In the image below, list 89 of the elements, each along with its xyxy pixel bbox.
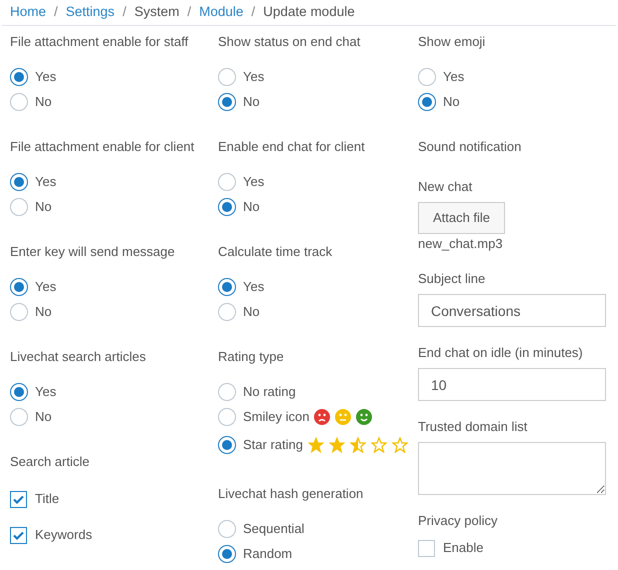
field-label: Livechat hash generation [218,485,364,503]
option-label[interactable]: Smiley icon [243,406,310,426]
radio-button[interactable] [218,92,236,110]
star-icon [370,437,387,453]
radio-button[interactable] [218,382,236,400]
field-label: Show emoji [418,33,486,51]
field-label: Search article [10,453,90,471]
breadcrumb-link[interactable]: Module [199,2,244,23]
option-label[interactable]: Yes [243,66,264,86]
option-label[interactable]: Yes [243,172,264,192]
field-label: Subject line [418,270,486,288]
option-label[interactable]: No [35,196,52,216]
radio-button[interactable] [218,172,236,190]
star-icon [392,437,408,453]
check-icon [13,530,24,540]
checkbox[interactable] [10,526,27,544]
radio-button[interactable] [218,544,236,562]
breadcrumb-text: Update module [263,3,355,22]
radio-button[interactable] [418,68,436,86]
option-label[interactable]: Yes [243,276,264,296]
option-label[interactable]: No [35,92,52,112]
option-label[interactable]: Enable [443,538,484,558]
radio-button[interactable] [10,302,28,320]
field-label: Calculate time track [218,243,334,261]
breadcrumb-separator: / [187,3,192,22]
field-label: Enter key will send message [10,243,176,261]
breadcrumb-link[interactable]: Home [10,2,46,23]
radio-button[interactable] [218,198,236,216]
radio-button[interactable] [10,172,28,190]
checkbox[interactable] [418,540,435,556]
option-label[interactable]: Yes [35,276,56,296]
input-field[interactable]: 10 [418,368,606,401]
option-label[interactable]: Yes [443,66,464,86]
option-label[interactable]: No rating [243,382,296,402]
radio-button[interactable] [418,92,436,110]
option-label[interactable]: No [35,302,52,322]
option-label[interactable]: Random [243,544,292,564]
radio-button[interactable] [10,198,28,216]
option-label[interactable]: No [443,92,460,112]
radio-button[interactable] [218,302,236,320]
option-label[interactable]: Yes [35,382,56,402]
file-name: new_chat.mp3 [418,235,504,253]
option-label[interactable]: No [243,196,260,216]
radio-button[interactable] [218,408,236,426]
option-label[interactable]: Yes [35,66,56,86]
field-label: Show status on end chat [218,33,362,51]
option-label[interactable]: Sequential [243,518,304,538]
field-label: Rating type [218,348,285,366]
option-label[interactable]: Title [35,489,60,509]
sad-face-icon [314,408,330,424]
radio-button[interactable] [10,278,28,296]
option-label[interactable]: No [243,92,260,112]
input-field[interactable]: Conversations [418,294,606,327]
radio-button[interactable] [218,436,236,454]
breadcrumb-separator: / [251,3,256,22]
radio-button[interactable] [218,520,236,538]
field-label: Enable end chat for client [218,138,366,156]
breadcrumb-separator: / [122,3,126,22]
star-icon [308,437,324,453]
breadcrumb-link[interactable]: Settings [66,2,115,23]
field-label: End chat on idle (in minutes) [418,344,584,362]
radio-button[interactable] [10,68,28,86]
neutral-face-icon [335,408,352,424]
radio-button[interactable] [218,278,236,296]
option-label[interactable]: No [35,406,52,426]
attach-file-button[interactable]: Attach file [418,202,505,234]
option-label[interactable]: Yes [35,172,56,192]
field-label: File attachment enable for staff [10,33,190,51]
radio-button[interactable] [10,92,28,110]
breadcrumb-text: System [134,3,180,22]
star-icon [350,437,366,453]
field-label: New chat [418,178,474,196]
star-icon [328,437,345,453]
field-label: Livechat search articles [10,348,147,366]
breadcrumb-separator: / [54,3,58,22]
field-label: Privacy policy [418,512,498,530]
checkbox[interactable] [10,490,27,508]
check-icon [13,494,24,504]
radio-button[interactable] [218,68,236,86]
option-label[interactable]: Star rating [243,435,303,455]
option-label[interactable]: Keywords [35,525,92,545]
field-label: Sound notification [418,138,522,156]
option-label[interactable]: No [243,302,260,322]
radio-button[interactable] [10,408,28,426]
field-label: Trusted domain list [418,418,528,436]
smiley-face-icon [356,408,372,424]
field-label: File attachment enable for client [10,138,196,156]
radio-button[interactable] [10,382,28,400]
text-area[interactable] [418,442,606,495]
